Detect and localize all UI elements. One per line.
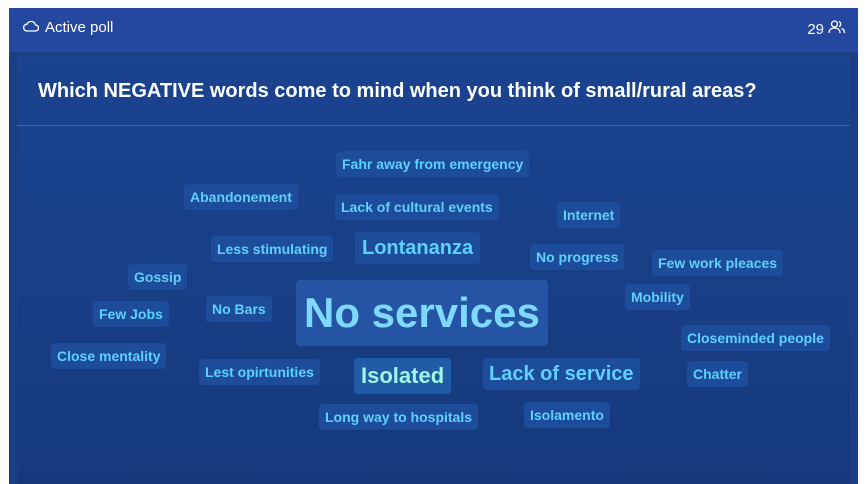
participant-count-value: 29 (807, 20, 824, 38)
word-cloud: Fahr away from emergency Abandonement La… (17, 56, 850, 484)
word-cloud-item: Long way to hospitals (319, 404, 479, 430)
top-bar: Active poll 29 (9, 8, 858, 52)
word-cloud-item: Isolated (354, 358, 452, 394)
word-cloud-item: Gossip (128, 264, 188, 290)
word-cloud-item: No Bars (206, 296, 272, 322)
word-cloud-item: Fahr away from emergency (336, 151, 530, 177)
poll-window: Active poll 29 Which NEGATIVE words come… (9, 8, 858, 484)
word-cloud-item: Abandonement (184, 184, 298, 210)
word-cloud-item: Isolamento (524, 402, 610, 428)
poll-status: Active poll (23, 19, 113, 36)
poll-panel: Which NEGATIVE words come to mind when y… (17, 56, 850, 484)
word-cloud-item: Close mentality (51, 343, 167, 369)
word-cloud-item: Few work pleaces (652, 250, 784, 276)
word-cloud-item: Internet (557, 202, 621, 228)
word-cloud-item: No services (296, 280, 548, 346)
word-cloud-item: Lontananza (355, 232, 481, 264)
word-cloud-item: Less stimulating (211, 236, 334, 262)
participant-count: 29 (807, 19, 846, 39)
word-cloud-item: Few Jobs (93, 301, 169, 327)
word-cloud-item: Lack of cultural events (335, 194, 499, 220)
word-cloud-item: Lack of service (483, 358, 640, 390)
cloud-icon (23, 19, 40, 36)
word-cloud-item: Mobility (625, 284, 690, 310)
word-cloud-item: Closeminded people (681, 325, 830, 351)
word-cloud-item: Lest opirtunities (199, 359, 320, 385)
word-cloud-item: Chatter (687, 361, 749, 387)
people-icon (828, 19, 846, 39)
word-cloud-item: No progress (530, 244, 625, 270)
status-label: Active poll (45, 19, 114, 36)
